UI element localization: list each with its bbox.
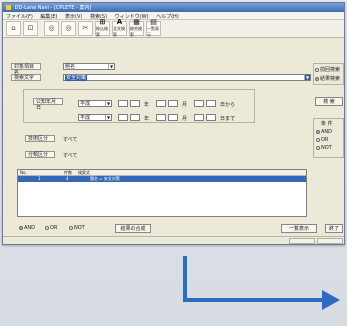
flow-arrow-icon: [183, 256, 340, 310]
arrow-line: [183, 256, 325, 302]
arrow-head: [322, 290, 340, 310]
